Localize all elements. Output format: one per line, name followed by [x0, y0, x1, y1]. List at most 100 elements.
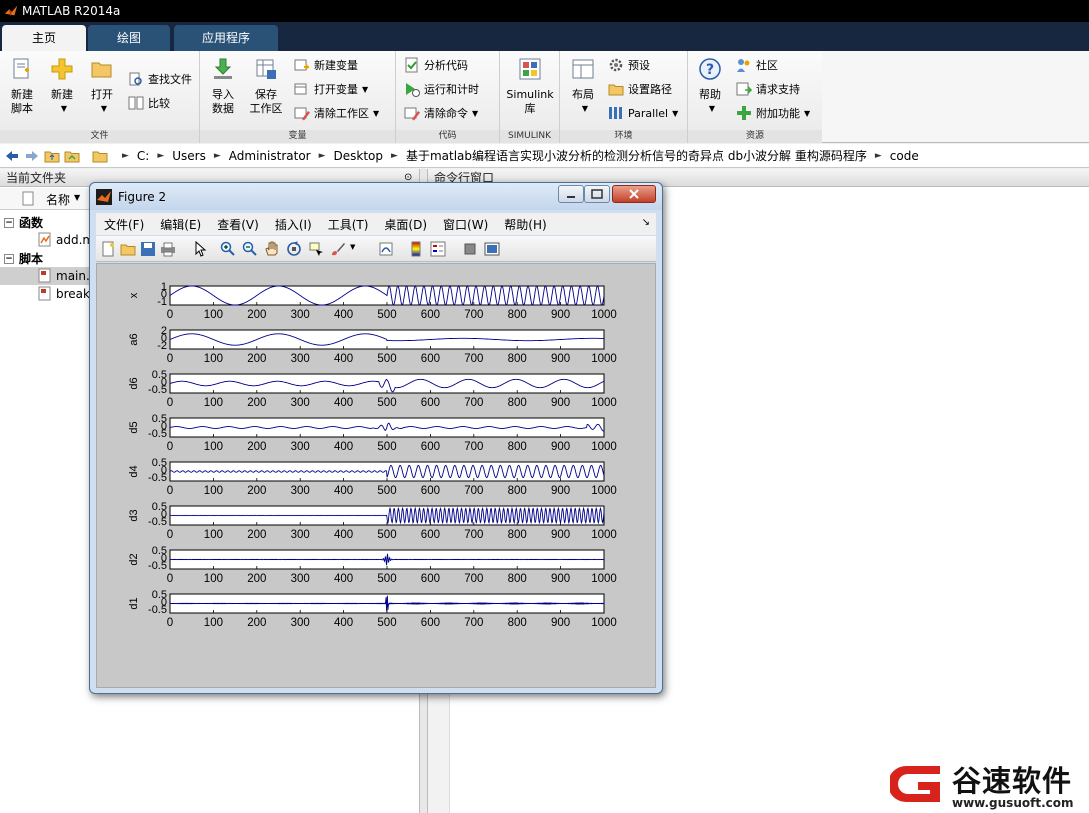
new-script-label: 新建 脚本	[11, 88, 33, 115]
layout-button[interactable]: 布局 ▼	[564, 55, 602, 116]
open-file-icon[interactable]	[120, 241, 136, 257]
data-cursor-icon[interactable]	[308, 241, 324, 257]
section-functions[interactable]: − 函数	[4, 214, 43, 231]
request-support-button[interactable]: 请求支持	[736, 79, 800, 99]
path-folder-icon	[92, 151, 108, 162]
clear-commands-button[interactable]: 清除命令 ▼	[404, 103, 478, 123]
collapse-icon[interactable]: −	[4, 253, 14, 264]
subplot-d3[interactable]: 0.50-0.5d30 100 200 300 400 500 600 700 800 900 10…	[128, 501, 617, 541]
subplot-d5[interactable]: 0.50-0.5d50 100 200 300 400 500 600 700 800 900 10…	[128, 413, 617, 453]
find-files-button[interactable]: 查找文件	[128, 69, 192, 89]
print-icon[interactable]	[160, 241, 176, 257]
ribbon-empty-area	[822, 51, 1089, 143]
menu-edit[interactable]: 编辑(E)	[160, 216, 201, 233]
preferences-button[interactable]: 预设	[608, 55, 650, 75]
menu-view[interactable]: 查看(V)	[217, 216, 259, 233]
pointer-icon[interactable]	[192, 241, 208, 257]
x-tick-label: 300	[291, 573, 310, 585]
import-data-button[interactable]: 导入 数据	[204, 55, 242, 116]
tab-plots[interactable]: 绘图	[88, 25, 170, 51]
list-item[interactable]: add.m	[38, 232, 94, 247]
link-plot-icon[interactable]	[378, 241, 394, 257]
subplot-d1[interactable]: 0.50-0.5d10 100 200 300 400 500 600 700 800 900 10…	[128, 589, 617, 629]
parallel-button[interactable]: Parallel ▼	[608, 103, 678, 123]
name-column-label[interactable]: 名称	[46, 191, 70, 208]
tab-apps[interactable]: 应用程序	[174, 25, 278, 51]
browse-folder-icon[interactable]	[64, 148, 80, 164]
breadcrumb-users[interactable]: Users	[172, 149, 206, 163]
new-figure-icon[interactable]	[100, 241, 116, 257]
save-icon[interactable]	[140, 241, 156, 257]
subplot-grid: 10-1x0 100 200 300 400 500 600 700 800 900 100020-…	[128, 281, 617, 629]
x-tick-label: 100	[204, 309, 223, 321]
zoom-in-icon[interactable]	[220, 241, 236, 257]
pan-hand-icon[interactable]	[264, 241, 280, 257]
plus-icon	[51, 58, 73, 80]
menu-help[interactable]: 帮助(H)	[504, 216, 546, 233]
menu-insert[interactable]: 插入(I)	[275, 216, 312, 233]
menu-tools[interactable]: 工具(T)	[328, 216, 369, 233]
figure-canvas[interactable]: 1 0 -1 x 0 100 200 300 400 500 600 700 800 900 1000 2 0-…	[96, 263, 656, 688]
dock-arrow-icon[interactable]: ↘	[642, 217, 650, 228]
open-button[interactable]: 打开 ▼	[84, 55, 120, 116]
new-button[interactable]: 新建 ▼	[44, 55, 80, 116]
subplot-x[interactable]: 10-1x0 100 200 300 400 500 600 700 800 900 1000	[128, 281, 617, 321]
menu-window[interactable]: 窗口(W)	[443, 216, 488, 233]
menu-desktop[interactable]: 桌面(D)	[384, 216, 427, 233]
run-and-time-button[interactable]: 运行和计时	[404, 79, 479, 99]
breadcrumb-drive[interactable]: C:	[137, 149, 149, 163]
chevron-down-icon: ▼	[60, 104, 68, 113]
collapse-icon[interactable]: −	[4, 217, 14, 228]
analyze-code-button[interactable]: 分析代码	[404, 55, 468, 75]
subplot-a6[interactable]: 20-2a60 100 200 300 400 500 600 700 800 900 1000	[128, 325, 617, 365]
open-variable-button[interactable]: 打开变量 ▼	[294, 79, 368, 99]
show-plot-tools-icon[interactable]	[484, 241, 500, 257]
set-path-button[interactable]: 设置路径	[608, 79, 672, 99]
maximize-button[interactable]	[584, 185, 610, 203]
colorbar-icon[interactable]	[408, 241, 424, 257]
x-tick-label: 700	[464, 441, 483, 453]
section-functions-label: 函数	[19, 216, 44, 230]
x-tick-label: 400	[334, 309, 353, 321]
clear-workspace-button[interactable]: 清除工作区 ▼	[294, 103, 379, 123]
breadcrumb-desktop[interactable]: Desktop	[334, 149, 384, 163]
new-variable-button[interactable]: 新建变量	[294, 55, 358, 75]
section-scripts[interactable]: − 脚本	[4, 250, 43, 267]
help-button[interactable]: ? 帮助 ▼	[692, 55, 728, 116]
subplot-d4[interactable]: 0.50-0.5d40 100 200 300 400 500 600 700 800 900 10…	[128, 457, 617, 497]
new-variable-label: 新建变量	[314, 59, 358, 72]
tab-home[interactable]: 主页	[2, 25, 86, 51]
clear-commands-label: 清除命令	[424, 107, 468, 120]
subplot-d6[interactable]: 0.50-0.5d60 100 200 300 400 500 600 700 800 900 10…	[128, 369, 617, 409]
add-ons-button[interactable]: 附加功能 ▼	[736, 103, 810, 123]
minimize-button[interactable]	[558, 185, 584, 203]
rotate-3d-icon[interactable]	[286, 241, 302, 257]
list-item[interactable]: break	[38, 286, 90, 301]
hide-plot-tools-icon[interactable]	[462, 241, 478, 257]
forward-arrow-icon[interactable]	[24, 148, 40, 164]
file-column-icon	[22, 191, 34, 206]
address-bar: ► C: ► Users ► Administrator ► Desktop ►…	[0, 144, 1089, 168]
up-folder-icon[interactable]	[44, 148, 60, 164]
simulink-library-button[interactable]: Simulink 库	[504, 55, 556, 116]
new-script-button[interactable]: 新建 脚本	[4, 55, 40, 116]
breadcrumb-code[interactable]: code	[890, 149, 919, 163]
add-ons-label: 附加功能	[756, 107, 800, 120]
subplot-d2[interactable]: 0.50-0.5d20 100 200 300 400 500 600 700 800 900 10…	[128, 545, 617, 585]
figure-window[interactable]: Figure 2 文件(F) 编辑(E) 查看(V) 插入(I) 工具(T) 桌…	[89, 182, 663, 694]
zoom-out-icon[interactable]	[242, 241, 258, 257]
close-button[interactable]	[612, 185, 656, 203]
sort-arrow-icon[interactable]: ▼	[74, 193, 80, 202]
community-button[interactable]: 社区	[736, 55, 778, 75]
breadcrumb-administrator[interactable]: Administrator	[229, 149, 311, 163]
compare-button[interactable]: 比较	[128, 93, 170, 113]
menu-file[interactable]: 文件(F)	[104, 216, 144, 233]
legend-icon[interactable]	[430, 241, 446, 257]
back-arrow-icon[interactable]	[4, 148, 20, 164]
breadcrumb-project-folder[interactable]: 基于matlab编程语言实现小波分析的检测分析信号的奇异点 db小波分解 重构源…	[406, 147, 867, 164]
group-environment-label: 环境	[560, 130, 687, 143]
watermark-logo-icon	[890, 766, 940, 802]
brush-icon[interactable]	[330, 241, 346, 257]
save-workspace-button[interactable]: 保存 工作区	[246, 55, 286, 116]
brush-dropdown-icon[interactable]: ▼	[350, 243, 355, 251]
